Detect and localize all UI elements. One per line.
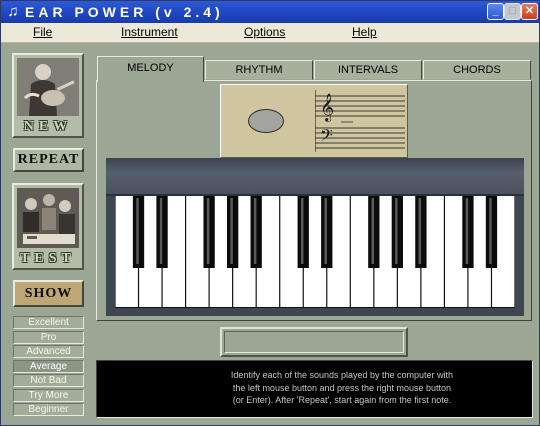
app-window: ♫ EAR POWER (v 2.4) _ □ ✕ File Instrumen…	[0, 0, 540, 426]
menu-file[interactable]: File	[33, 25, 52, 40]
black-key-highlight	[300, 198, 304, 264]
new-label: NEW	[23, 119, 73, 134]
level-not-bad: Not Bad	[13, 374, 84, 387]
note-head-icon	[248, 109, 284, 133]
level-pro: Pro	[13, 330, 84, 344]
answer-field[interactable]	[220, 327, 408, 357]
level-average: Average	[13, 359, 84, 373]
tab-chords[interactable]: CHORDS	[423, 60, 531, 80]
black-key-highlight	[159, 198, 163, 264]
level-beginner: Beginner	[13, 403, 84, 416]
window-title: EAR POWER (v 2.4)	[25, 4, 224, 20]
musicians-picture	[17, 188, 79, 248]
menu-options[interactable]: Options	[244, 25, 285, 40]
menu-bar: File Instrument Options Help	[1, 23, 539, 43]
music-note-icon[interactable]: ♫	[5, 4, 21, 20]
tab-rhythm[interactable]: RHYTHM	[205, 60, 313, 80]
black-key-highlight	[324, 198, 327, 264]
grand-staff-icon: 𝄞 𝄢	[315, 90, 405, 152]
keyboard-top-panel	[106, 158, 524, 196]
menu-help[interactable]: Help	[352, 25, 377, 40]
level-try-more: Try More	[13, 388, 84, 402]
black-key-highlight	[136, 198, 139, 264]
svg-text:𝄢: 𝄢	[320, 125, 333, 149]
black-key-highlight	[395, 198, 398, 264]
new-button[interactable]: NEW	[12, 53, 84, 138]
black-key-highlight	[489, 198, 492, 264]
minimize-button[interactable]: _	[487, 3, 504, 20]
black-key-highlight	[465, 198, 469, 264]
piano-keyboard	[106, 158, 524, 316]
level-list: Excellent Pro Advanced Average Not Bad T…	[13, 316, 84, 418]
tab-intervals[interactable]: INTERVALS	[314, 60, 422, 80]
level-excellent: Excellent	[13, 316, 84, 329]
title-bar[interactable]: ♫ EAR POWER (v 2.4) _ □ ✕	[1, 1, 539, 23]
level-advanced: Advanced	[13, 345, 84, 358]
instructions-text: Identify each of the sounds played by th…	[230, 370, 454, 405]
instructions-panel: Identify each of the sounds played by th…	[96, 360, 533, 418]
black-key-highlight	[230, 198, 233, 264]
black-key-highlight	[206, 198, 210, 264]
test-label: TEST	[20, 251, 76, 266]
maximize-button[interactable]: □	[504, 3, 521, 20]
repeat-button[interactable]: REPEAT	[13, 148, 84, 172]
black-key-highlight	[371, 198, 375, 264]
svg-text:𝄞: 𝄞	[320, 93, 334, 122]
close-button[interactable]: ✕	[521, 3, 538, 20]
show-button[interactable]: SHOW	[13, 280, 84, 307]
menu-instrument[interactable]: Instrument	[121, 25, 178, 40]
guitar-player-picture	[17, 58, 79, 116]
black-key-highlight	[418, 198, 422, 264]
test-button[interactable]: TEST	[12, 183, 84, 270]
black-key-highlight	[253, 198, 257, 264]
piano-keys	[115, 196, 515, 308]
note-display: 𝄞 𝄢	[220, 84, 408, 158]
tab-melody[interactable]: MELODY	[97, 56, 204, 82]
